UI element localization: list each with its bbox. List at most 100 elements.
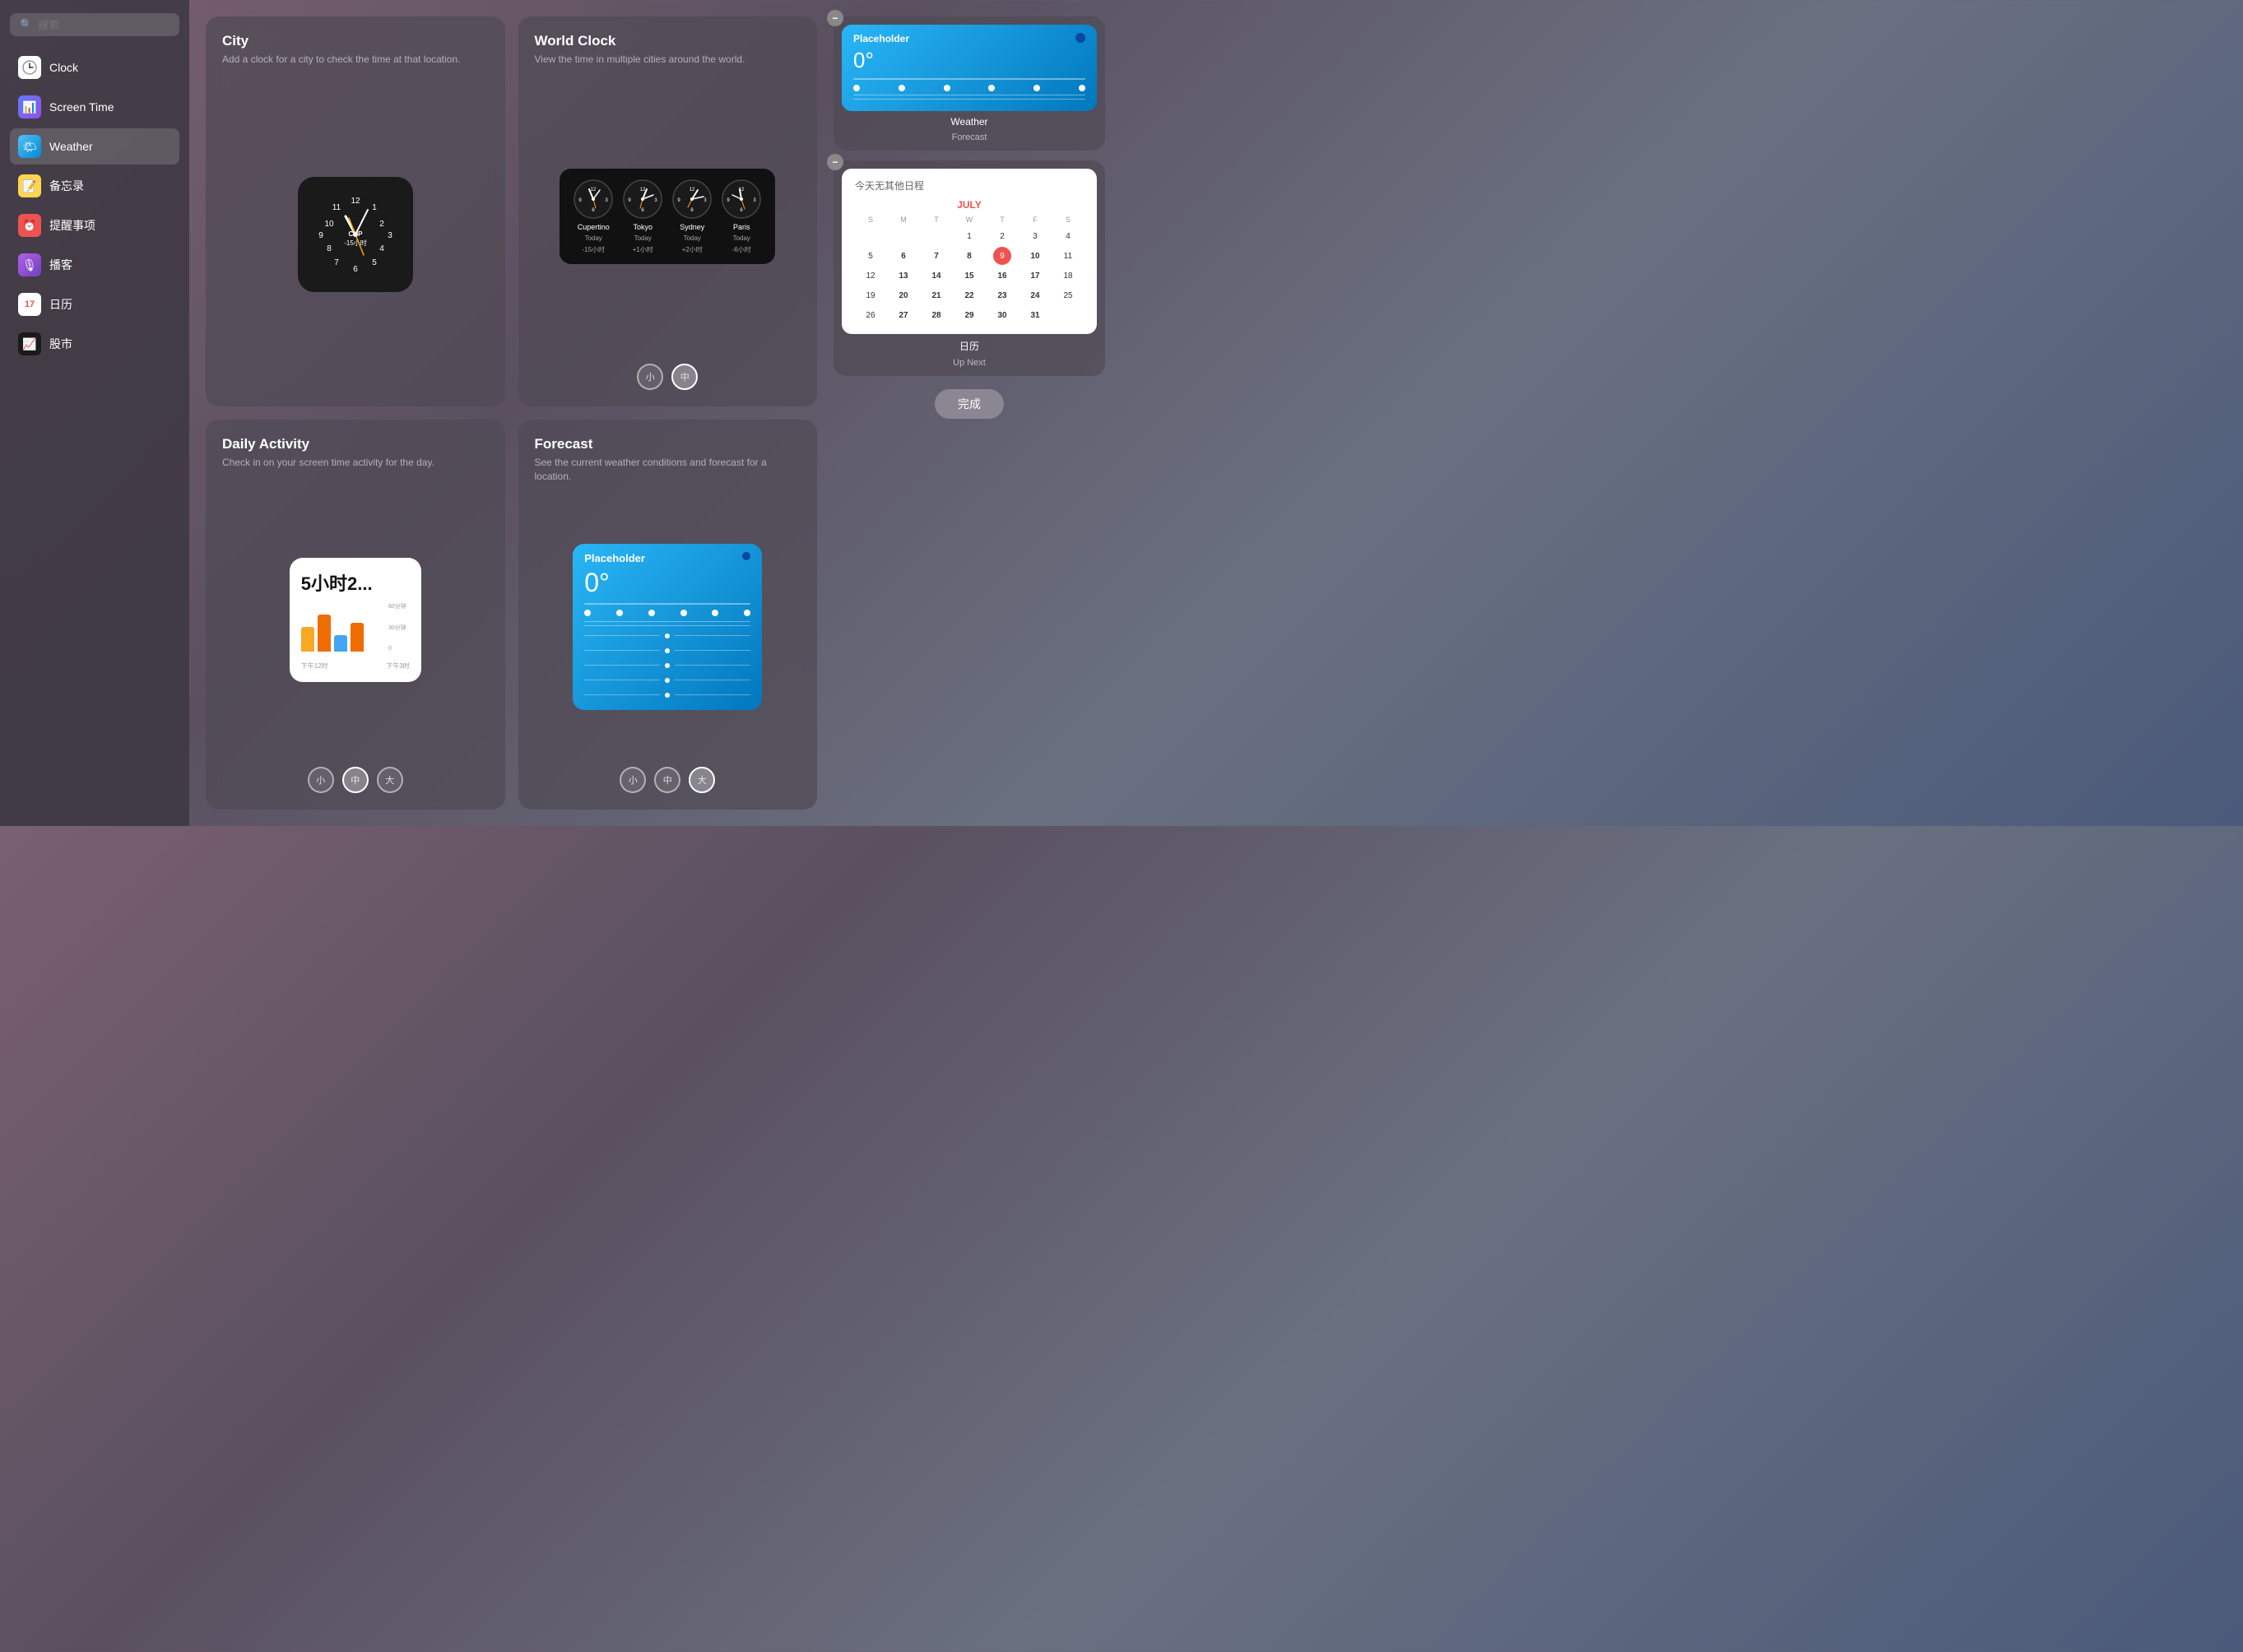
weather-dot bbox=[1075, 33, 1085, 43]
done-button[interactable]: 完成 bbox=[935, 389, 1004, 419]
weather-widget-content: Placeholder 0° bbox=[842, 25, 1097, 111]
size-btn-small-activity[interactable]: 小 bbox=[308, 767, 334, 793]
search-bar[interactable]: 🔍 bbox=[10, 13, 179, 36]
cal-grid: S M T W T F S 1 2 3 4 5 6 bbox=[855, 214, 1084, 324]
cal-header-w: W bbox=[954, 214, 985, 225]
cal-d-19: 19 bbox=[861, 286, 880, 304]
cal-d-empty-2 bbox=[894, 227, 913, 245]
size-btn-small[interactable]: 小 bbox=[637, 364, 663, 390]
notes-icon: 📝 bbox=[18, 174, 41, 197]
rp-hr-dot-3 bbox=[944, 85, 950, 91]
remove-calendar-btn[interactable]: − bbox=[827, 154, 843, 170]
daily-activity-size-buttons: 小 中 大 bbox=[222, 767, 489, 793]
size-btn-medium-activity[interactable]: 中 bbox=[342, 767, 369, 793]
cal-d-15: 15 bbox=[960, 267, 978, 285]
calendar-widget-sub: Up Next bbox=[953, 358, 986, 368]
sidebar-item-weather[interactable]: 🌤 Weather bbox=[10, 128, 179, 165]
wp-placeholder: Placeholder bbox=[584, 552, 645, 564]
cal-d-5: 5 bbox=[861, 247, 880, 265]
activity-time: 5小时2... bbox=[301, 569, 410, 596]
widgets-row-2: Daily Activity Check in on your screen t… bbox=[206, 420, 817, 810]
calendar-widget-name: 日历 bbox=[959, 339, 979, 353]
city-title: City bbox=[222, 33, 489, 49]
sidebar-item-stocks[interactable]: 📈 股市 bbox=[10, 326, 179, 362]
size-btn-large-forecast[interactable]: 大 bbox=[689, 767, 715, 793]
size-btn-medium-forecast[interactable]: 中 bbox=[654, 767, 680, 793]
search-icon: 🔍 bbox=[20, 18, 33, 31]
cal-d-20: 20 bbox=[894, 286, 913, 304]
weather-widget-sub: Forecast bbox=[952, 132, 987, 142]
bar-chart bbox=[301, 602, 380, 652]
rp-wp-small-line-2 bbox=[853, 99, 1085, 100]
row-dot-4 bbox=[665, 678, 670, 683]
sidebar: 🔍 Clock 📊 Screen Time 🌤 Weather 📝 备忘录 bbox=[0, 0, 189, 826]
sidebar-item-clock[interactable]: Clock bbox=[10, 49, 179, 86]
forecast-preview-area: Placeholder 0° bbox=[535, 497, 801, 757]
daily-activity-preview-area: 5小时2... 60分钟 30分钟 0 bbox=[222, 483, 489, 757]
sidebar-item-label-screentime: Screen Time bbox=[49, 100, 114, 114]
size-btn-small-forecast[interactable]: 小 bbox=[620, 767, 646, 793]
sidebar-item-label-reminders: 提醒事项 bbox=[49, 217, 95, 234]
wp-small-line-1 bbox=[584, 621, 750, 622]
bar-1 bbox=[301, 627, 314, 652]
y-label-0: 0 bbox=[388, 646, 406, 652]
forecast-weather-preview: Placeholder 0° bbox=[573, 544, 762, 710]
mini-clock-cupertino: 12 6 9 3 Cupertino Today -1 bbox=[573, 179, 614, 254]
widgets-area: City Add a clock for a city to check the… bbox=[206, 16, 817, 810]
search-input[interactable] bbox=[38, 19, 170, 31]
y-label-30: 30分钟 bbox=[388, 624, 406, 632]
sydney-label: Sydney bbox=[680, 223, 704, 231]
cal-d-31: 31 bbox=[1026, 306, 1044, 324]
tokyo-label: Tokyo bbox=[633, 223, 652, 231]
forecast-row-2 bbox=[584, 644, 750, 657]
calendar-icon: 17 bbox=[18, 293, 41, 316]
daily-activity-panel: Daily Activity Check in on your screen t… bbox=[206, 420, 505, 810]
svg-text:5: 5 bbox=[372, 258, 377, 267]
row-line-2b bbox=[675, 650, 750, 651]
row-line-2 bbox=[584, 650, 660, 651]
sydney-sub: Today bbox=[684, 234, 701, 242]
size-btn-medium[interactable]: 中 bbox=[671, 364, 698, 390]
row-line-1b bbox=[675, 635, 750, 636]
svg-text:6: 6 bbox=[353, 265, 358, 274]
sidebar-item-podcasts[interactable]: 🎙 播客 bbox=[10, 247, 179, 283]
hr-dot-5 bbox=[712, 610, 718, 616]
cal-d-21: 21 bbox=[927, 286, 945, 304]
widgets-row-1: City Add a clock for a city to check the… bbox=[206, 16, 817, 406]
reminders-icon: ⏰ bbox=[18, 214, 41, 237]
row-dot-5 bbox=[665, 693, 670, 698]
hr-dot-3 bbox=[648, 610, 655, 616]
row-line-5 bbox=[584, 694, 660, 695]
cal-d-2: 2 bbox=[993, 227, 1011, 245]
sidebar-item-reminders[interactable]: ⏰ 提醒事项 bbox=[10, 207, 179, 244]
remove-weather-btn[interactable]: − bbox=[827, 10, 843, 26]
cupertino-sub: Today bbox=[585, 234, 602, 242]
weather-widget-name: Weather bbox=[950, 116, 987, 128]
rp-hr-dot-1 bbox=[853, 85, 860, 91]
forecast-row-1 bbox=[584, 629, 750, 643]
cupertino-time: -15小时 bbox=[582, 245, 605, 254]
cal-d-24: 24 bbox=[1026, 286, 1044, 304]
cal-d-3: 3 bbox=[1026, 227, 1044, 245]
screentime-icon: 📊 bbox=[18, 95, 41, 118]
rp-hr-dot-4 bbox=[988, 85, 995, 91]
calendar-widget: − 今天无其他日程 JULY S M T W T F S 1 bbox=[834, 160, 1105, 376]
sidebar-item-screentime[interactable]: 📊 Screen Time bbox=[10, 89, 179, 125]
rp-wp-line-1 bbox=[853, 78, 1085, 80]
city-panel: City Add a clock for a city to check the… bbox=[206, 16, 505, 406]
tokyo-sub: Today bbox=[634, 234, 652, 242]
hr-dot-4 bbox=[680, 610, 687, 616]
city-desc: Add a clock for a city to check the time… bbox=[222, 53, 489, 67]
clock-preview: 12 6 9 3 11 1 10 2 8 4 7 5 bbox=[298, 177, 413, 292]
weather-icon: 🌤 bbox=[18, 135, 41, 158]
sidebar-item-notes[interactable]: 📝 备忘录 bbox=[10, 168, 179, 204]
right-panel: − Placeholder 0° Weath bbox=[834, 16, 1105, 810]
row-line-5b bbox=[675, 694, 750, 695]
wp-header: Placeholder bbox=[584, 552, 750, 564]
size-btn-large-activity[interactable]: 大 bbox=[377, 767, 403, 793]
cal-d-30: 30 bbox=[993, 306, 1011, 324]
sidebar-item-calendar[interactable]: 17 日历 bbox=[10, 286, 179, 323]
cal-month: JULY bbox=[855, 199, 1084, 211]
row-dot-2 bbox=[665, 648, 670, 653]
world-clock-preview-area: 12 6 9 3 Cupertino Today -1 bbox=[535, 80, 801, 354]
